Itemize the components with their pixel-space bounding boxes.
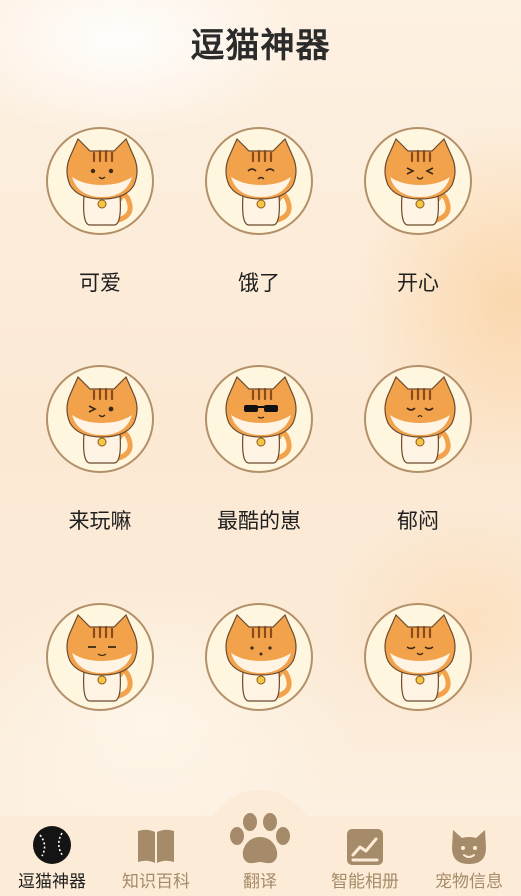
cat-label: 开心 [397, 271, 439, 295]
tab-translate[interactable]: 翻译 [208, 813, 312, 896]
cat-label: 饿了 [238, 271, 280, 295]
tab-encyclopedia[interactable]: 知识百科 [104, 816, 208, 896]
cat-label: 可爱 [79, 271, 121, 295]
cat-picture [225, 137, 297, 226]
cat-picture [66, 375, 138, 464]
cat-label: 最酷的崽 [217, 509, 301, 533]
cat-button[interactable] [205, 127, 313, 235]
cat-item-play[interactable]: 来玩嘛 [25, 365, 175, 555]
cat-button[interactable] [364, 365, 472, 473]
tab-label: 翻译 [243, 872, 277, 892]
tab-label: 智能相册 [331, 872, 399, 892]
cat-picture [384, 137, 456, 226]
cat-picture [384, 613, 456, 702]
tab-tease-cat[interactable]: 逗猫神器 [0, 816, 104, 896]
cat-item-happy[interactable]: 开心 [343, 127, 493, 317]
photo-album-icon [347, 829, 383, 865]
cat-item-7[interactable] [25, 603, 175, 793]
tab-label: 知识百科 [122, 872, 190, 892]
cat-label: 来玩嘛 [68, 509, 132, 533]
cat-item-8[interactable] [184, 603, 334, 793]
cat-button[interactable] [364, 603, 472, 711]
cat-item-cool[interactable]: 最酷的崽 [184, 365, 334, 555]
cat-button[interactable] [46, 365, 154, 473]
cat-button[interactable] [46, 127, 154, 235]
cat-sound-grid: 可爱 饿了 开心 来玩嘛 最酷的崽 郁闷 [0, 0, 521, 816]
cat-item-gloomy[interactable]: 郁闷 [343, 365, 493, 555]
cat-face-icon [452, 830, 486, 864]
cat-picture [66, 137, 138, 226]
cat-button[interactable] [364, 127, 472, 235]
tab-label: 宠物信息 [435, 872, 503, 892]
cat-label: 郁闷 [397, 509, 439, 533]
cat-picture [225, 613, 297, 702]
tab-pet-info[interactable]: 宠物信息 [417, 816, 521, 896]
cat-item-cute[interactable]: 可爱 [25, 127, 175, 317]
cat-picture [66, 613, 138, 702]
book-icon [138, 829, 174, 863]
cat-item-9[interactable] [343, 603, 493, 793]
cat-button[interactable] [46, 603, 154, 711]
cat-button[interactable] [205, 603, 313, 711]
cat-picture [384, 375, 456, 464]
cat-button[interactable] [205, 365, 313, 473]
tab-label: 逗猫神器 [18, 872, 86, 892]
paw-icon [230, 813, 290, 864]
tab-smart-album[interactable]: 智能相册 [313, 816, 417, 896]
cat-item-hungry[interactable]: 饿了 [184, 127, 334, 317]
baseball-icon [33, 826, 71, 864]
cat-picture [225, 375, 297, 464]
